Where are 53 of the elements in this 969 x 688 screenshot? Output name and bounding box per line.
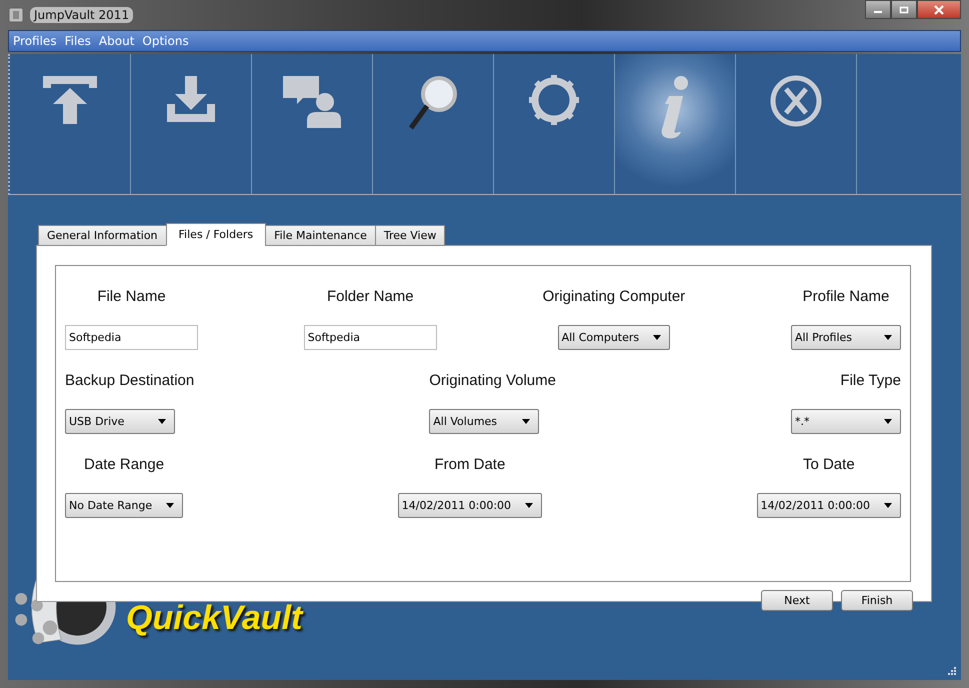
resize-grip-icon xyxy=(947,666,957,676)
dropdown-arrow-icon xyxy=(525,503,534,508)
minimize-button[interactable] xyxy=(865,0,891,19)
dropdown-arrow-icon xyxy=(884,335,892,340)
dropdown-arrow-icon xyxy=(884,419,892,424)
maximize-button[interactable] xyxy=(891,0,917,19)
chat-person-icon xyxy=(281,74,343,130)
tab[interactable]: Files / Folders xyxy=(166,223,266,246)
dropdown[interactable]: *.* xyxy=(791,409,901,434)
menu-item[interactable]: About xyxy=(98,34,134,48)
field-label: From Date xyxy=(434,456,506,473)
close-circle-icon xyxy=(769,74,823,128)
dropdown[interactable]: All Volumes xyxy=(429,409,540,434)
toolbar-button[interactable] xyxy=(615,54,736,194)
app-icon xyxy=(8,7,24,23)
text-field[interactable]: Softpedia xyxy=(65,325,198,350)
window-title: JumpVault 2011 xyxy=(30,7,134,23)
dropdown-arrow-icon xyxy=(884,503,892,508)
tab[interactable]: File Maintenance xyxy=(265,225,376,246)
search-icon xyxy=(407,74,459,132)
tab[interactable]: General Information xyxy=(38,225,167,246)
dialog-button[interactable]: Next xyxy=(761,590,833,611)
dialog-button[interactable]: Finish xyxy=(841,590,913,611)
tab[interactable]: Tree View xyxy=(374,225,446,246)
dropdown[interactable]: 14/02/2011 0:00:00 xyxy=(398,493,542,518)
field-label: File Type xyxy=(840,372,901,389)
field-label: Backup Destination xyxy=(65,372,194,389)
download-icon xyxy=(165,74,217,124)
dropdown[interactable]: No Date Range xyxy=(65,493,184,518)
menu-item[interactable]: Options xyxy=(142,34,189,48)
field-label: To Date xyxy=(802,456,855,473)
field-label: Folder Name xyxy=(326,288,414,305)
maximize-icon xyxy=(899,6,909,14)
dropdown[interactable]: All Profiles xyxy=(790,325,901,350)
field-label: Originating Volume xyxy=(429,372,556,389)
gear-icon xyxy=(528,74,580,126)
menu-item[interactable]: Files xyxy=(64,34,91,48)
field-label: Profile Name xyxy=(802,288,890,305)
logo-text: QuickVault xyxy=(126,599,302,638)
close-button[interactable] xyxy=(917,0,961,19)
dropdown-arrow-icon xyxy=(653,335,662,340)
dropdown-arrow-icon xyxy=(158,419,166,424)
text-field[interactable]: Softpedia xyxy=(304,325,437,350)
field-label: Date Range xyxy=(84,456,164,473)
dropdown[interactable]: 14/02/2011 0:00:00 xyxy=(756,493,901,518)
dropdown-arrow-icon xyxy=(522,419,530,424)
field-label: Originating Computer xyxy=(542,288,686,305)
dropdown[interactable]: All Computers xyxy=(558,325,670,350)
field-label: File Name xyxy=(97,288,166,305)
dropdown[interactable]: USB Drive xyxy=(65,409,175,434)
close-icon xyxy=(933,4,945,14)
dropdown-arrow-icon xyxy=(166,503,174,508)
menu-item[interactable]: Profiles xyxy=(13,34,57,48)
